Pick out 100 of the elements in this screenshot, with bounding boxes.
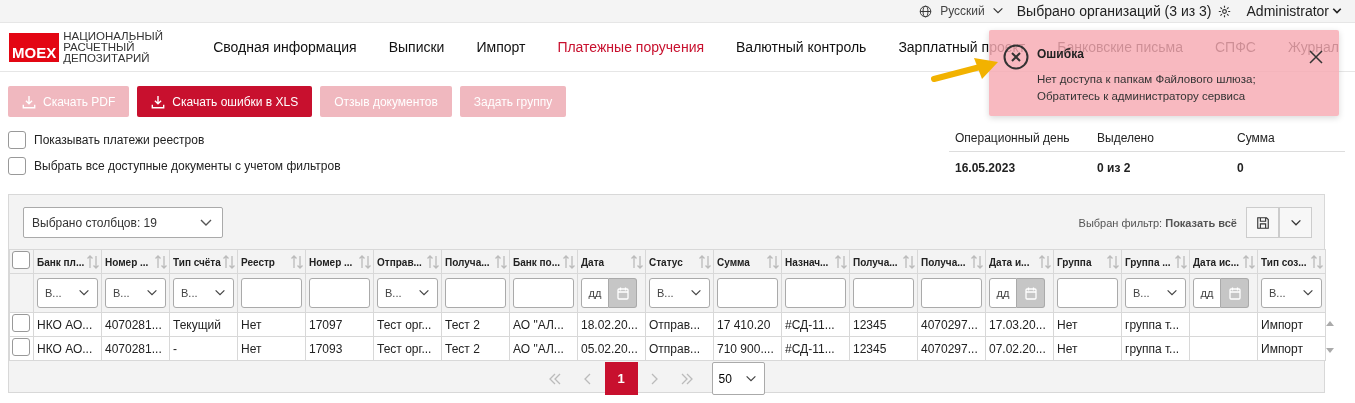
- sort-icon[interactable]: [1039, 255, 1051, 269]
- filter-input[interactable]: [785, 278, 846, 308]
- action-button[interactable]: Скачать ошибки в XLS: [137, 86, 313, 117]
- sort-icon[interactable]: [359, 255, 371, 269]
- column-header[interactable]: Реестр: [237, 249, 306, 274]
- table-cell: Отправ...: [649, 341, 701, 356]
- column-header[interactable]: Отправ...: [373, 249, 442, 274]
- row-checkbox[interactable]: [12, 314, 30, 332]
- sort-icon[interactable]: [1243, 255, 1255, 269]
- page-button[interactable]: 1: [604, 362, 638, 395]
- column-header[interactable]: Группа ...: [1121, 249, 1190, 274]
- filter-select[interactable]: В...: [377, 278, 438, 308]
- calendar-icon: [1228, 286, 1241, 300]
- user-menu[interactable]: Administrator: [1236, 3, 1343, 19]
- column-header[interactable]: Банк по...: [509, 249, 578, 274]
- column-header[interactable]: Статус: [645, 249, 714, 274]
- sort-icon[interactable]: [155, 255, 167, 269]
- filter-input[interactable]: [853, 278, 914, 308]
- column-header[interactable]: Тип счёта: [169, 249, 238, 274]
- logo-text: ДЕПОЗИТАРИЙ: [63, 52, 151, 64]
- sort-icon[interactable]: [495, 255, 507, 269]
- sort-icon[interactable]: [223, 255, 235, 269]
- calendar-button[interactable]: [609, 278, 637, 308]
- column-header[interactable]: Получа...: [441, 249, 510, 274]
- filter-status: Выбран фильтр: Показать всё: [1078, 216, 1237, 229]
- filter-input[interactable]: [717, 278, 778, 308]
- sort-icon[interactable]: [427, 255, 439, 269]
- sort-icon[interactable]: [87, 255, 99, 269]
- column-header[interactable]: Сумма: [713, 249, 782, 274]
- calendar-button[interactable]: [1221, 278, 1249, 308]
- table-cell: 710 900....: [717, 341, 774, 356]
- filter-input[interactable]: [921, 278, 982, 308]
- column-header[interactable]: Дата: [577, 249, 646, 274]
- checkbox[interactable]: [8, 157, 26, 175]
- sort-icon[interactable]: [1175, 255, 1187, 269]
- sort-icon[interactable]: [631, 255, 643, 269]
- table-cell: Тест орг...: [377, 341, 432, 356]
- table-cell: 4070297...: [921, 341, 978, 356]
- save-button[interactable]: [1246, 207, 1279, 238]
- row-checkbox[interactable]: [12, 338, 30, 356]
- column-header[interactable]: Номер ...: [305, 249, 374, 274]
- column-header[interactable]: Тип соз...: [1257, 249, 1326, 274]
- organizations-selected[interactable]: Выбрано организаций (3 из 3): [1016, 3, 1212, 19]
- date-input[interactable]: дд: [581, 278, 609, 308]
- sort-icon[interactable]: [699, 255, 711, 269]
- sort-icon[interactable]: [563, 255, 575, 269]
- filter-select[interactable]: В...: [105, 278, 166, 308]
- column-header[interactable]: Получа...: [849, 249, 918, 274]
- scroll-down-icon[interactable]: [1326, 348, 1334, 354]
- sort-icon[interactable]: [903, 255, 915, 269]
- table-cell: Тест орг...: [377, 317, 432, 332]
- filter-input[interactable]: [309, 278, 370, 308]
- filter-input[interactable]: [1057, 278, 1118, 308]
- column-header[interactable]: Группа: [1053, 249, 1122, 274]
- table-cell: группа т...: [1125, 341, 1180, 356]
- checkbox[interactable]: [8, 131, 26, 149]
- summary-value: 16.05.2023: [955, 161, 1017, 175]
- logo-text: РАСЧЕТНЫЙ: [63, 41, 135, 53]
- calendar-button[interactable]: [1017, 278, 1045, 308]
- select-all-checkbox[interactable]: [12, 251, 30, 269]
- nav-tab[interactable]: Сводная информация: [197, 39, 373, 55]
- nav-tab[interactable]: Выписки: [372, 39, 461, 55]
- columns-select[interactable]: Выбрано столбцов: 19: [23, 207, 223, 238]
- table-cell: 17093: [309, 341, 343, 356]
- sort-icon[interactable]: [971, 255, 983, 269]
- nav-tab[interactable]: Импорт: [460, 39, 542, 55]
- column-header[interactable]: Номер ...: [101, 249, 170, 274]
- column-header[interactable]: Назнач...: [781, 249, 850, 274]
- nav-tab[interactable]: Платежные поручения: [541, 39, 721, 55]
- language-select[interactable]: Русский: [938, 4, 1011, 18]
- filter-select[interactable]: В...: [1261, 278, 1322, 308]
- filter-select[interactable]: В...: [37, 278, 98, 308]
- double-chevron-right-icon: [680, 372, 694, 385]
- table-cell: Тест 2: [445, 317, 480, 332]
- sort-icon[interactable]: [1311, 255, 1323, 269]
- sort-icon[interactable]: [1107, 255, 1119, 269]
- table-cell: 4070281...: [105, 341, 162, 356]
- sort-icon[interactable]: [835, 255, 847, 269]
- column-header[interactable]: Банк пл...: [33, 249, 102, 274]
- scroll-up-icon[interactable]: [1326, 320, 1334, 326]
- filter-select[interactable]: В...: [1125, 278, 1186, 308]
- filter-select[interactable]: В...: [649, 278, 710, 308]
- column-header[interactable]: Получа...: [917, 249, 986, 274]
- nav-tab[interactable]: Валютный контроль: [720, 39, 883, 55]
- settings-icon[interactable]: [1217, 4, 1231, 18]
- column-header[interactable]: Дата ис...: [1189, 249, 1258, 274]
- sort-icon[interactable]: [291, 255, 303, 269]
- download-icon: [22, 94, 36, 109]
- sort-icon[interactable]: [767, 255, 779, 269]
- date-input[interactable]: дд: [989, 278, 1017, 308]
- filter-input[interactable]: [445, 278, 506, 308]
- filter-input[interactable]: [241, 278, 302, 308]
- logo-mark: MOEX: [9, 32, 60, 62]
- calendar-icon: [616, 286, 629, 300]
- page-size-select[interactable]: 50: [711, 362, 765, 395]
- date-input[interactable]: дд: [1193, 278, 1221, 308]
- table-cell: -: [173, 341, 177, 356]
- column-header[interactable]: Дата и...: [985, 249, 1054, 274]
- filter-input[interactable]: [513, 278, 574, 308]
- filter-select[interactable]: В...: [173, 278, 234, 308]
